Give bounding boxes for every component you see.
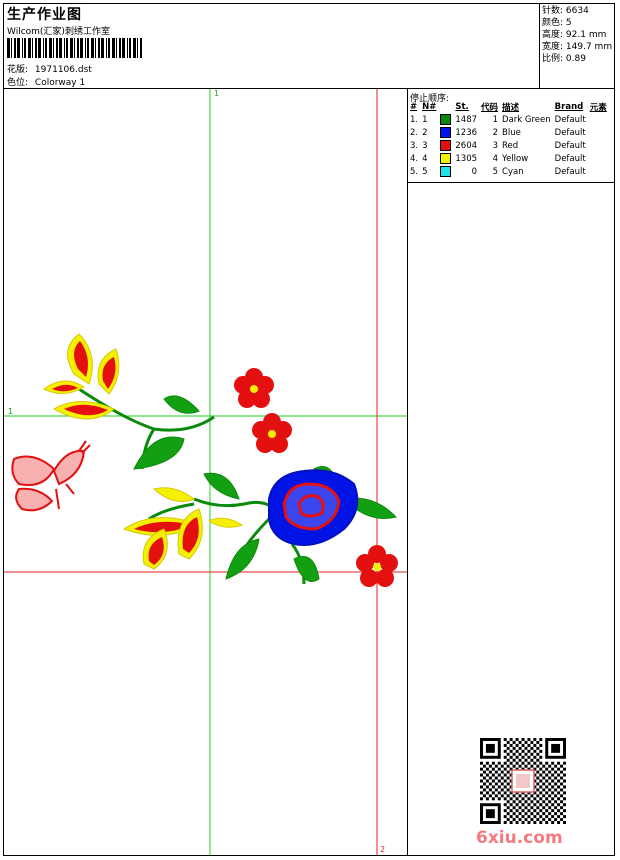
stop-element [588, 165, 609, 178]
guide-label-left: 1 [8, 407, 13, 416]
stop-index: 3. [410, 140, 419, 151]
stop-row: 4. 4 1305 4 Yellow Default [408, 152, 609, 165]
stop-brand: Default [554, 140, 586, 151]
col-desc: 描述 [502, 103, 520, 113]
lower-tulips [122, 487, 244, 570]
stop-swatch [438, 152, 453, 165]
stop-brand: Default [554, 127, 586, 138]
blue-rose [268, 469, 359, 546]
stop-stitches: 1236 [455, 127, 478, 138]
design-file-row: 花版: 1971106.dst [7, 62, 92, 75]
stop-n: 3 [422, 140, 428, 151]
stop-code: 4 [492, 153, 499, 164]
stop-desc: Blue [502, 127, 521, 138]
col-index: # [410, 102, 418, 112]
stop-index: 5. [410, 166, 419, 177]
stop-element [588, 113, 609, 126]
colorway-value: Colorway 1 [34, 78, 86, 88]
stop-stitches: 1305 [455, 153, 478, 164]
col-element: 元素 [589, 103, 607, 113]
stat-scale: 比例: 0.89 [542, 54, 586, 64]
stat-stitches: 针数: 6634 [542, 6, 589, 16]
stop-row: 5. 5 0 5 Cyan Default [408, 165, 609, 178]
design-canvas: 1 1 2 [4, 89, 407, 855]
panel-divider [407, 88, 408, 856]
stop-element [588, 139, 609, 152]
col-swatch [438, 101, 453, 113]
stop-swatch [438, 139, 453, 152]
stop-element [588, 126, 609, 139]
stop-code: 2 [492, 127, 499, 138]
stop-desc: Dark Green [502, 114, 551, 125]
watermark: 6xiu.com [476, 828, 563, 848]
colorway-label: 色位: [7, 78, 29, 88]
stop-code: 3 [492, 140, 499, 151]
stat-height: 高度: 92.1 mm [542, 30, 607, 40]
stop-n: 4 [422, 153, 428, 164]
stop-table-bottom-rule [407, 182, 615, 183]
stop-code: 1 [492, 114, 499, 125]
small-red-flower-3 [356, 545, 398, 587]
company-name: Wilcom(汇家)刺绣工作室 [7, 27, 110, 37]
stop-swatch [438, 126, 453, 139]
col-brand: Brand [554, 102, 584, 112]
butterfly [11, 440, 91, 512]
stop-index: 2. [410, 127, 419, 138]
small-red-flower-1 [234, 368, 274, 408]
stop-n: 1 [422, 114, 428, 125]
stop-element [588, 152, 609, 165]
colorway-row: 色位: Colorway 1 [7, 75, 85, 88]
color-swatch [440, 166, 452, 177]
stop-desc: Red [502, 140, 519, 151]
col-stitches: St. [455, 102, 469, 112]
stop-sequence-table: # N# St. 代码 描述 Brand 元素 1. 1 1487 1 Dark Gre… [408, 101, 609, 178]
stop-n: 2 [422, 127, 428, 138]
stat-colors: 颜色: 5 [542, 18, 572, 28]
stop-code: 5 [492, 166, 499, 177]
stop-swatch [438, 113, 453, 126]
guide-label-top: 1 [214, 89, 219, 98]
stop-brand: Default [554, 153, 586, 164]
stop-brand: Default [554, 114, 586, 125]
stop-row: 3. 3 2604 3 Red Default [408, 139, 609, 152]
qr-code [480, 738, 566, 824]
stop-row: 2. 2 1236 2 Blue Default [408, 126, 609, 139]
stop-n: 5 [422, 166, 428, 177]
stop-row: 1. 1 1487 1 Dark Green Default [408, 113, 609, 126]
col-n: N# [422, 102, 437, 112]
design-file-label: 花版: [7, 65, 29, 75]
upper-tulips [43, 333, 120, 420]
design-file-value: 1971106.dst [34, 65, 92, 75]
barcode [7, 38, 142, 58]
stop-index: 1. [410, 114, 419, 125]
color-swatch [440, 114, 452, 125]
stats-panel: 针数: 6634 颜色: 5 高度: 92.1 mm 宽度: 149.7 mm … [542, 5, 612, 65]
color-swatch [440, 127, 452, 138]
stop-stitches: 1487 [455, 114, 478, 125]
stats-divider [539, 3, 540, 88]
stop-brand: Default [554, 166, 586, 177]
stop-desc: Yellow [502, 153, 529, 164]
guide-label-bottom: 2 [380, 845, 385, 854]
page-title: 生产作业图 [7, 7, 82, 23]
stop-stitches: 2604 [455, 140, 478, 151]
stat-width: 宽度: 149.7 mm [542, 42, 613, 52]
stop-stitches: 0 [471, 166, 478, 177]
stop-swatch [438, 165, 453, 178]
col-code: 代码 [481, 103, 499, 113]
stop-desc: Cyan [502, 166, 524, 177]
small-red-flower-2 [252, 413, 292, 453]
stop-index: 4. [410, 153, 419, 164]
color-swatch [440, 153, 452, 164]
color-swatch [440, 140, 452, 151]
